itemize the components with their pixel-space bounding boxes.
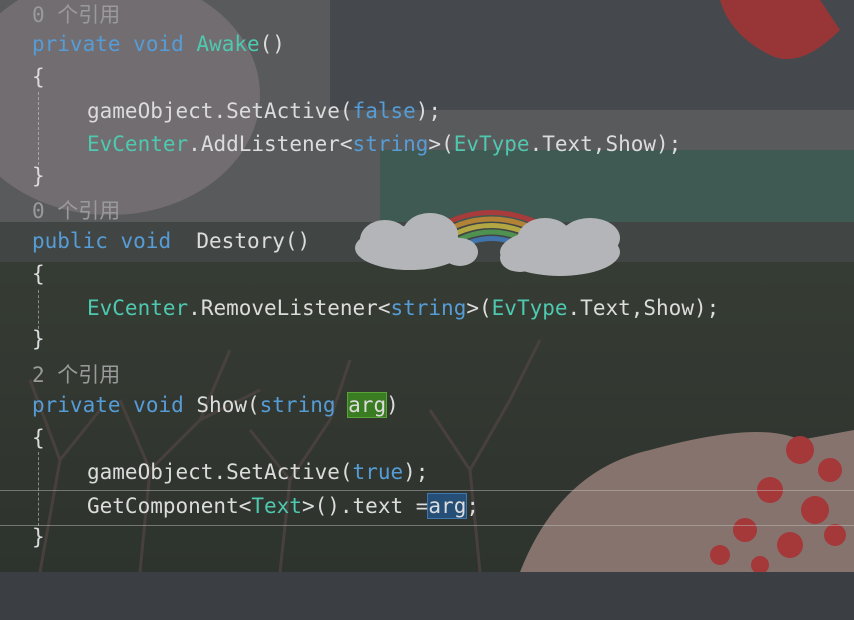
close-brace: } [32, 327, 45, 351]
keyword-public: public [32, 229, 108, 253]
method-call: RemoveListener [200, 296, 378, 320]
code-line[interactable]: gameObject.SetActive(false); [0, 95, 854, 128]
code-line[interactable]: EvCenter.RemoveListener<string>(EvType.T… [0, 292, 854, 325]
paren: ( [246, 393, 260, 417]
open-brace: { [32, 426, 45, 450]
arguments: Text,Show); [542, 132, 682, 156]
code-line[interactable]: { [0, 61, 854, 94]
method-call: SetActive [226, 99, 340, 123]
paren: ( [339, 99, 353, 123]
identifier: gameObject [87, 460, 214, 484]
method-name: Destory [183, 229, 285, 253]
keyword-string: string [352, 132, 429, 156]
paren: ) [386, 393, 399, 417]
close-brace: } [32, 525, 45, 549]
method-call: AddListener [200, 132, 340, 156]
keyword-false: false [352, 99, 416, 123]
code-line[interactable]: private void Show(string arg) [0, 389, 854, 422]
code-line[interactable]: { [0, 422, 854, 455]
paren: ( [479, 296, 492, 320]
type-text: Text [251, 494, 302, 518]
open-brace: { [32, 262, 45, 286]
class-name: EvCenter [87, 132, 189, 156]
angle-open: < [339, 132, 353, 156]
code-line[interactable]: { [0, 258, 854, 291]
code-lens[interactable]: 2 个引用 [0, 359, 854, 392]
dot: . [213, 99, 227, 123]
arguments: Text,Show); [580, 296, 720, 320]
keyword-private: private [32, 393, 121, 417]
params: () [259, 32, 285, 56]
keyword-true: true [352, 460, 404, 484]
keyword-private: private [32, 32, 121, 56]
member-access: ().text = [314, 494, 429, 518]
open-brace: { [32, 65, 45, 89]
method-call: GetComponent [87, 494, 239, 518]
paren-semicolon: ); [415, 99, 442, 123]
keyword-void: void [120, 229, 172, 253]
code-line[interactable]: EvCenter.AddListener<string>(EvType.Text… [0, 128, 854, 161]
code-editor[interactable]: 0 个引用 private void Awake() { gameObject.… [0, 0, 854, 572]
code-line[interactable]: } [0, 160, 854, 193]
code-line[interactable]: private void Awake() [0, 28, 854, 61]
keyword-string: string [390, 296, 467, 320]
angle-open: < [377, 296, 391, 320]
parameter-arg-highlighted[interactable]: arg [347, 392, 388, 418]
dot: . [213, 460, 227, 484]
identifier: gameObject [87, 99, 214, 123]
dot: . [567, 296, 581, 320]
code-line[interactable]: public void Destory() [0, 225, 854, 258]
angle-close: > [466, 296, 479, 320]
class-name: EvCenter [87, 296, 189, 320]
code-lens-text[interactable]: 2 个引用 [32, 359, 120, 392]
selected-arg[interactable]: arg [427, 493, 468, 519]
code-line-current[interactable]: GetComponent<Text>().text =arg; [0, 490, 854, 523]
close-brace: } [32, 164, 45, 188]
method-name: Awake [196, 32, 260, 56]
dot: . [188, 132, 201, 156]
keyword-string: string [259, 393, 336, 417]
paren: ( [441, 132, 454, 156]
paren: ( [339, 460, 353, 484]
code-line[interactable]: gameObject.SetActive(true); [0, 456, 854, 489]
method-call: SetActive [226, 460, 340, 484]
angle-open: < [238, 494, 252, 518]
angle-close: > [428, 132, 442, 156]
code-line[interactable]: } [0, 323, 854, 356]
enum-name: EvType [491, 296, 568, 320]
keyword-void: void [133, 32, 184, 56]
code-line[interactable]: } [0, 521, 854, 554]
params: () [284, 229, 311, 253]
code-lens[interactable]: 0 个引用 [0, 195, 854, 228]
paren-semicolon: ); [403, 460, 429, 484]
code-lens-text[interactable]: 0 个引用 [32, 195, 120, 228]
keyword-void: void [133, 393, 184, 417]
dot: . [188, 296, 201, 320]
enum-name: EvType [453, 132, 530, 156]
method-name: Show [196, 393, 247, 417]
angle-close: > [301, 494, 315, 518]
dot: . [529, 132, 543, 156]
semicolon: ; [466, 494, 479, 518]
